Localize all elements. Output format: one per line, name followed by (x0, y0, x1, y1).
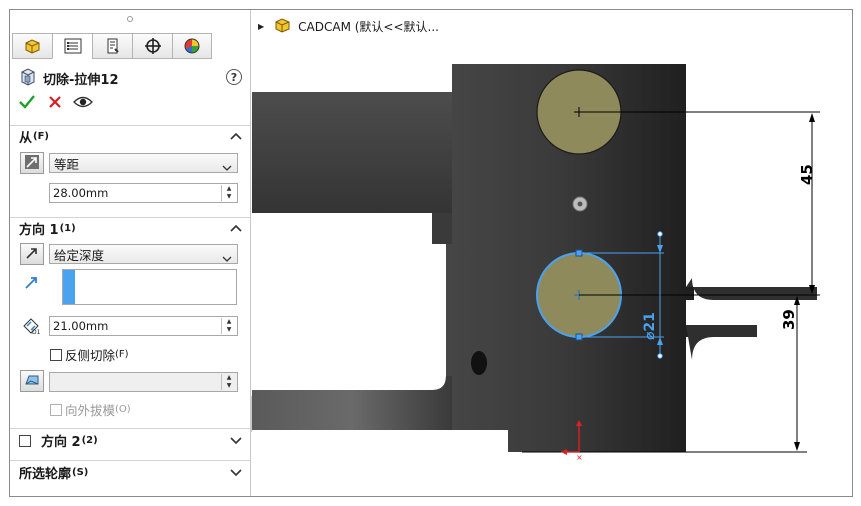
eye-icon (73, 95, 93, 112)
offset-distance-value: 28.00mm (53, 186, 109, 200)
feature-title: 切除-拉伸12 (43, 72, 119, 88)
ok-button[interactable] (18, 94, 36, 112)
tab-property-manager[interactable] (52, 33, 92, 59)
depth-value: 21.00mm (53, 319, 109, 333)
flip-side-checkbox[interactable]: 反侧切除 (F) (50, 345, 129, 364)
part-body[interactable] (252, 64, 817, 452)
direction1-section-label: 方向 1 (19, 223, 59, 238)
draft-angle-input[interactable]: ▲ ▼ (49, 372, 238, 392)
direction1-section-header[interactable]: 方向 1 (1) (10, 217, 250, 239)
offset-distance-stepper[interactable]: ▲ ▼ (221, 185, 236, 201)
extrude-cut-icon (20, 67, 36, 89)
chevron-down-icon (222, 160, 232, 175)
upper-arm[interactable] (252, 92, 452, 213)
selected-contours-shortcut: (S) (72, 467, 89, 478)
help-icon[interactable]: ? (226, 69, 242, 85)
graphics-area[interactable]: 45 39 ⌀21 × ▶ CADCAM (默认<<默认... (252, 10, 852, 496)
direction1-section-shortcut: (1) (59, 223, 76, 234)
active-selection-indicator (63, 270, 75, 304)
selected-contours-section-header[interactable]: 所选轮廓 (S) (10, 460, 250, 484)
fin-fillet-upper (686, 266, 714, 278)
preview-button[interactable] (73, 94, 93, 112)
arm-step (432, 213, 452, 244)
reverse-direction-button[interactable] (20, 243, 44, 265)
dim-label-diameter[interactable]: ⌀21 (642, 312, 658, 340)
quadrant-handle-top[interactable] (575, 249, 583, 257)
depth-icon-label: D1 (32, 329, 41, 335)
panel-grip[interactable] (10, 10, 250, 28)
end-condition-value: 给定深度 (54, 247, 105, 263)
chevron-up-icon[interactable] (230, 223, 242, 235)
model-canvas[interactable]: 45 39 ⌀21 × (252, 10, 852, 496)
side-hole[interactable] (471, 351, 487, 375)
draft-outward-label: 向外拔模 (65, 403, 116, 418)
tab-display-manager[interactable] (172, 33, 212, 59)
offset-distance-input[interactable]: 28.00mm ▲ ▼ (49, 183, 238, 203)
dim-label-45[interactable]: 45 (798, 164, 816, 185)
start-condition-icon-button[interactable] (20, 152, 44, 174)
draft-angle-stepper[interactable]: ▲ ▼ (221, 374, 236, 390)
dia-handle-bottom[interactable] (657, 353, 663, 359)
from-section-label: 从 (19, 131, 33, 146)
origin-sphere-center (577, 201, 583, 207)
direction2-section-label: 方向 2 (41, 435, 81, 450)
draft-outward-shortcut: (O) (115, 404, 131, 415)
upper-fin[interactable] (686, 278, 817, 300)
property-manager-icon (63, 37, 83, 55)
feature-manager-icon (23, 37, 43, 55)
action-buttons (18, 94, 93, 112)
chevron-down-icon[interactable] (230, 466, 242, 478)
draft-outward-checkbox[interactable]: 向外拔模 (O) (50, 400, 131, 419)
direction2-checkbox[interactable] (19, 434, 34, 447)
flip-side-label: 反侧切除 (65, 348, 116, 363)
feature-title-row: 切除-拉伸12 ? (20, 67, 242, 89)
direction-vector-icon (24, 274, 40, 293)
direction-reference-list[interactable] (62, 269, 237, 305)
depth-stepper[interactable]: ▲ ▼ (221, 318, 236, 334)
start-condition-icon (23, 153, 41, 174)
reverse-direction-icon (23, 244, 41, 265)
window-frame: 切除-拉伸12 ? 从 (F) 等距 28.00mm ▲ ▼ 方向 1 (1) … (9, 9, 853, 497)
chevron-down-icon (222, 251, 232, 266)
tab-feature-manager[interactable] (12, 33, 52, 59)
flip-side-box[interactable] (50, 348, 62, 361)
depth-icon: D1 (22, 317, 42, 338)
start-condition-value: 等距 (54, 156, 80, 172)
from-section-shortcut: (F) (33, 131, 49, 142)
lower-arm[interactable] (252, 376, 452, 430)
checkmark-icon (19, 94, 35, 112)
tab-dimxpert-manager[interactable] (132, 33, 172, 59)
chevron-up-icon[interactable] (230, 131, 242, 143)
chevron-down-icon[interactable] (230, 434, 242, 446)
depth-input[interactable]: 21.00mm ▲ ▼ (49, 316, 238, 336)
draft-toggle-button[interactable] (20, 370, 44, 392)
flip-side-shortcut: (F) (115, 349, 129, 360)
crosshair-icon (143, 37, 163, 55)
svg-text:×: × (576, 453, 583, 462)
selected-contours-label: 所选轮廓 (19, 467, 72, 482)
configuration-manager-icon (103, 37, 123, 55)
expand-caret-icon[interactable]: ▶ (258, 22, 264, 31)
direction2-section-shortcut: (2) (81, 435, 98, 446)
tab-configuration-manager[interactable] (92, 33, 132, 59)
direction2-section-header[interactable]: 方向 2 (2) (10, 428, 250, 452)
display-manager-icon (182, 37, 202, 55)
lower-fin[interactable] (686, 325, 757, 360)
close-icon (48, 95, 62, 112)
from-section-header[interactable]: 从 (F) (10, 125, 250, 147)
dia-handle-top[interactable] (657, 231, 663, 237)
feature-tree-flyout[interactable]: ▶ CADCAM (默认<<默认... (258, 16, 439, 36)
direction2-box[interactable] (19, 434, 31, 447)
quadrant-handle-bottom[interactable] (575, 333, 583, 341)
draft-icon (23, 371, 41, 392)
part-name[interactable]: CADCAM (默认<<默认... (298, 18, 439, 35)
draft-outward-box[interactable] (50, 403, 62, 416)
dim-label-39[interactable]: 39 (780, 309, 798, 330)
property-manager-panel: 切除-拉伸12 ? 从 (F) 等距 28.00mm ▲ ▼ 方向 1 (1) … (10, 10, 251, 496)
manager-tabs (12, 33, 212, 59)
cancel-button[interactable] (46, 94, 64, 112)
start-condition-select[interactable]: 等距 (49, 153, 238, 173)
end-condition-select[interactable]: 给定深度 (49, 244, 238, 264)
part-icon (274, 17, 292, 36)
